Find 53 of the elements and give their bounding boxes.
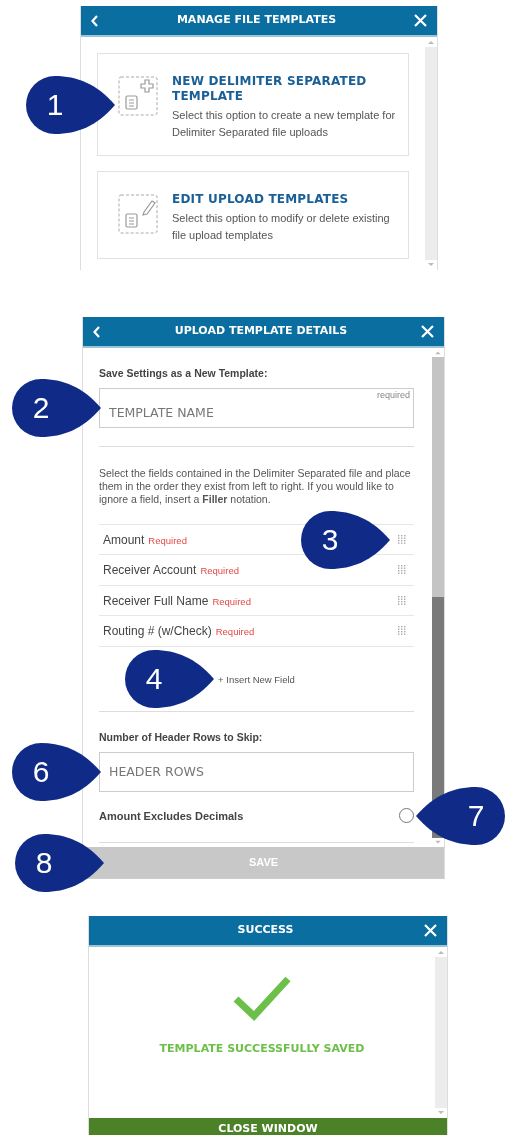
callout-marker: 4 <box>124 649 215 708</box>
panel-title: UPLOAD TEMPLATE DETAILS <box>173 323 349 340</box>
field-label: Save Settings as a New Template: <box>99 366 269 381</box>
option-card[interactable]: NEW DELIMITER SEPARATED TEMPLATE Select this option to create a new template for Delimiter Separated file uploads <box>97 53 409 156</box>
close-icon <box>424 924 437 937</box>
radio-button[interactable] <box>399 808 414 824</box>
document-pencil-icon <box>118 194 158 234</box>
instructions-text: Select the fields contained in the Delimiter Separated file and place them in the order they exist from left to right. If you would like to ignore a field, insert a Filler notation. <box>99 466 412 506</box>
option-description: Select this option to modify or delete existing file upload templates <box>172 211 391 243</box>
close-icon <box>421 325 434 338</box>
success-message: TEMPLATE SUCCESSFULLY SAVED <box>159 1041 365 1057</box>
option-description: Select this option to create a new template for Delimiter Separated file uploads <box>172 108 397 140</box>
callout-marker: 7 <box>416 786 506 845</box>
field-name: Receiver Account <box>103 563 197 577</box>
toggle-label: Amount Excludes Decimals <box>99 808 244 824</box>
header-rows-field[interactable]: HEADER ROWS <box>99 751 414 792</box>
drag-handle-icon[interactable] <box>398 534 406 545</box>
checkmark-icon <box>232 975 292 1021</box>
chevron-left-icon <box>91 14 99 27</box>
drag-handle-icon[interactable] <box>398 595 406 606</box>
close-window-button[interactable]: CLOSE WINDOW <box>89 1118 447 1135</box>
callout-marker: 1 <box>25 75 115 134</box>
callout-marker: 8 <box>14 833 104 892</box>
panel-title: SUCCESS <box>236 922 295 939</box>
callout-marker: 2 <box>11 378 101 437</box>
field-item[interactable]: Receiver Full Name Required <box>103 591 251 610</box>
option-title: NEW DELIMITER SEPARATED TEMPLATE <box>172 74 368 104</box>
field-item[interactable]: Receiver Account Required <box>103 561 239 579</box>
chevron-left-icon <box>93 325 101 338</box>
required-tag: Required <box>215 626 255 637</box>
document-plus-icon <box>118 76 158 116</box>
callout-marker: 3 <box>300 510 390 569</box>
close-icon <box>414 14 427 27</box>
option-card[interactable]: EDIT UPLOAD TEMPLATES Select this option to modify or delete existing file upload templates <box>97 171 409 259</box>
drag-handle-icon[interactable] <box>398 565 406 575</box>
option-title: EDIT UPLOAD TEMPLATES <box>172 192 350 207</box>
required-tag: Required <box>148 534 187 546</box>
field-item[interactable]: Amount Required <box>103 530 187 549</box>
callout-marker: 6 <box>11 742 101 801</box>
field-name: Amount <box>103 532 145 547</box>
insert-field-link[interactable]: + Insert New Field <box>218 672 295 687</box>
scrollbar[interactable] <box>425 47 437 260</box>
field-label: Number of Header Rows to Skip: <box>99 729 264 745</box>
field-name: Routing # (w/Check) <box>103 624 212 638</box>
field-item[interactable]: Routing # (w/Check) Required <box>103 622 255 640</box>
scrollbar[interactable] <box>432 357 444 838</box>
panel-title: MANAGE FILE TEMPLATES <box>175 12 338 29</box>
required-hint: required <box>376 388 410 402</box>
drag-handle-icon[interactable] <box>398 626 406 636</box>
required-tag: Required <box>212 595 251 607</box>
field-name: Receiver Full Name <box>103 593 209 608</box>
required-tag: Required <box>200 565 239 576</box>
scrollbar[interactable] <box>435 957 447 1108</box>
